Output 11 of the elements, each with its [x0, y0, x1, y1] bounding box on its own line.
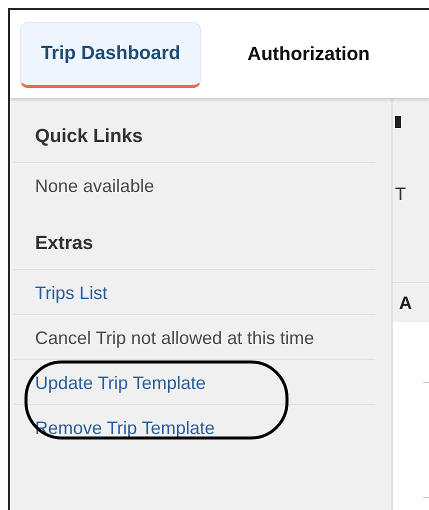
column-text: T — [395, 184, 406, 205]
section-heading: Quick Links — [14, 98, 375, 163]
clipped-heading-mark — [395, 116, 401, 128]
sidebar-link[interactable]: Trips List — [35, 278, 375, 308]
tab[interactable]: Trip Dashboard — [20, 22, 202, 88]
section-heading: Extras — [14, 205, 375, 270]
tab[interactable]: Authorization — [229, 22, 388, 88]
sidebar-link[interactable]: Update Trip Template — [35, 368, 375, 398]
sidebar-note: None available — [35, 176, 154, 196]
sidebar-link[interactable]: Remove Trip Template — [35, 413, 375, 443]
sidebar-note: Cancel Trip not allowed at this time — [35, 328, 314, 348]
